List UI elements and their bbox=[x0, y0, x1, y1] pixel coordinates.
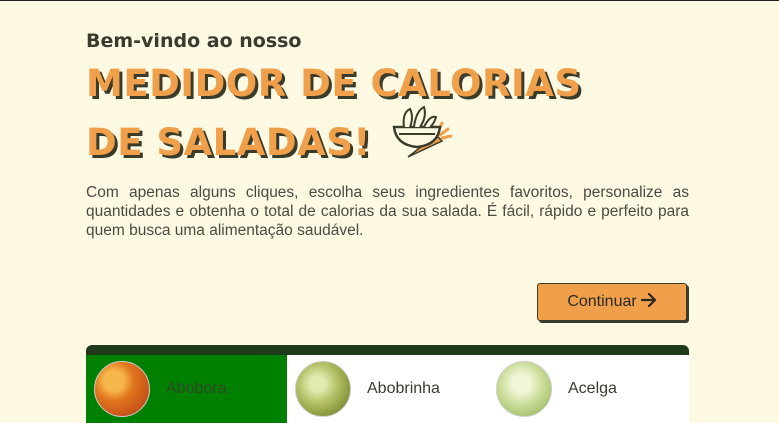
page-title-text: MEDIDOR DE CALORIAS DE SALADAS! bbox=[86, 62, 582, 164]
ingredient-thumbnail bbox=[94, 361, 150, 417]
page-title: MEDIDOR DE CALORIAS DE SALADAS! bbox=[86, 59, 646, 180]
ingredient-thumbnail bbox=[295, 361, 351, 417]
ingredient-label: Acelga bbox=[568, 380, 617, 397]
ingredient-label: Abobrinha bbox=[367, 380, 440, 397]
ingredient-thumbnail bbox=[496, 361, 552, 417]
salad-bowl-icon bbox=[390, 105, 454, 176]
continue-button-label: Continuar bbox=[567, 293, 637, 310]
ingredient-grid: Abobora Abobrinha Acelga bbox=[86, 345, 689, 423]
continue-button[interactable]: Continuar bbox=[537, 283, 687, 321]
ingredient-card-abobrinha[interactable]: Abobrinha bbox=[287, 355, 488, 423]
arrow-right-icon bbox=[640, 292, 657, 312]
ingredient-card-acelga[interactable]: Acelga bbox=[488, 355, 689, 423]
description: Com apenas alguns cliques, escolha seus … bbox=[86, 184, 689, 239]
ingredient-card-abobora[interactable]: Abobora bbox=[86, 355, 287, 423]
ingredient-label: Abobora bbox=[166, 380, 227, 397]
welcome-text: Bem-vindo ao nosso bbox=[86, 30, 302, 52]
